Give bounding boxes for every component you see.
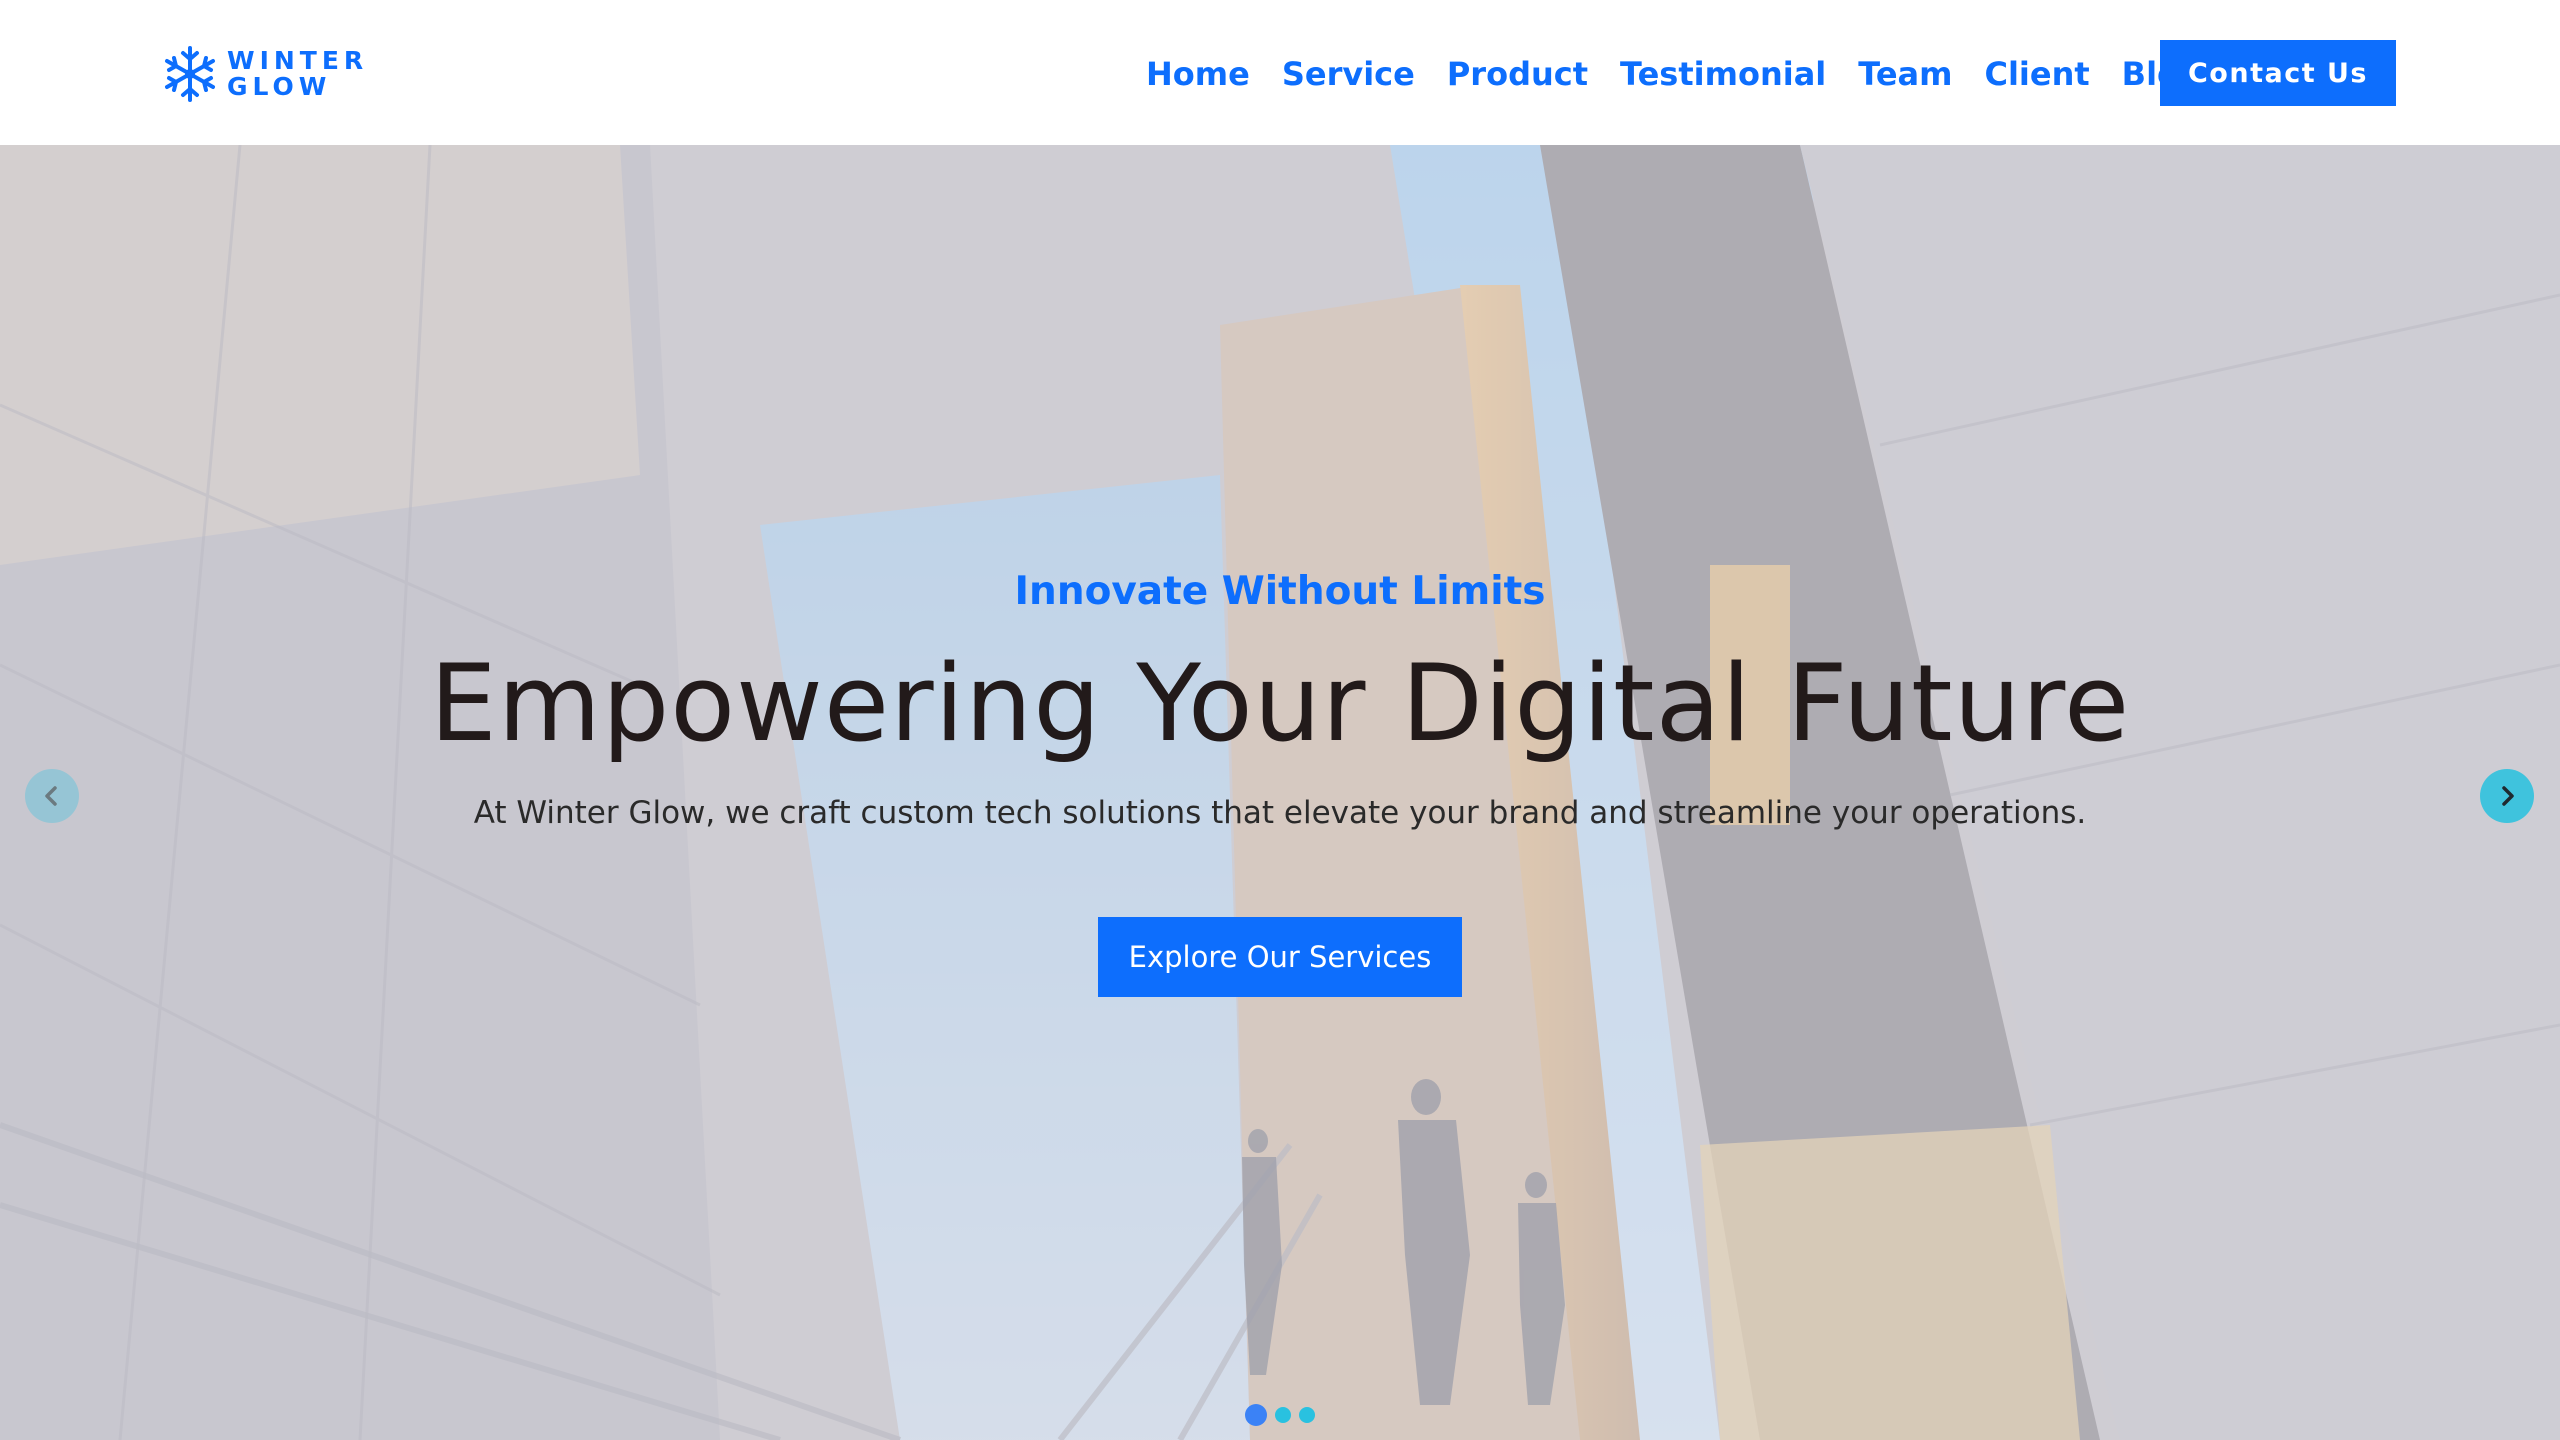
hero-subtitle: At Winter Glow, we craft custom tech sol… xyxy=(473,795,2087,831)
hero-carousel: Innovate Without Limits Empowering Your … xyxy=(0,145,2560,1440)
snowflake-icon xyxy=(165,46,215,102)
brand-logo[interactable]: WINTER GLOW xyxy=(163,44,368,104)
page: WINTER GLOW Home Service Product Testimo… xyxy=(0,0,2560,1440)
nav-item-client[interactable]: Client xyxy=(1984,55,2089,93)
hero-eyebrow: Innovate Without Limits xyxy=(1014,569,1546,614)
nav-item-testimonial[interactable]: Testimonial xyxy=(1620,55,1826,93)
nav-item-team[interactable]: Team xyxy=(1858,55,1952,93)
chevron-left-icon xyxy=(45,786,57,806)
site-header: WINTER GLOW Home Service Product Testimo… xyxy=(0,0,2560,145)
carousel-prev-button[interactable] xyxy=(25,769,79,823)
brand-name-line2: GLOW xyxy=(227,72,332,101)
nav-item-product[interactable]: Product xyxy=(1447,55,1588,93)
carousel-dot-3[interactable] xyxy=(1299,1407,1315,1423)
brand-name-line1: WINTER xyxy=(227,46,369,75)
brand-name: WINTER GLOW xyxy=(227,48,368,100)
contact-us-button[interactable]: Contact Us xyxy=(2160,40,2396,106)
hero-title: Empowering Your Digital Future xyxy=(429,642,2131,765)
main-nav: Home Service Product Testimonial Team Cl… xyxy=(1146,50,2202,98)
carousel-dot-2[interactable] xyxy=(1275,1407,1291,1423)
nav-item-service[interactable]: Service xyxy=(1282,55,1415,93)
carousel-dot-1[interactable] xyxy=(1245,1404,1267,1426)
carousel-indicators xyxy=(0,1404,2560,1426)
explore-services-button[interactable]: Explore Our Services xyxy=(1098,917,1462,997)
chevron-right-icon xyxy=(2502,786,2514,806)
hero-content: Innovate Without Limits Empowering Your … xyxy=(0,565,2560,997)
nav-item-home[interactable]: Home xyxy=(1146,55,1250,93)
carousel-next-button[interactable] xyxy=(2480,769,2534,823)
